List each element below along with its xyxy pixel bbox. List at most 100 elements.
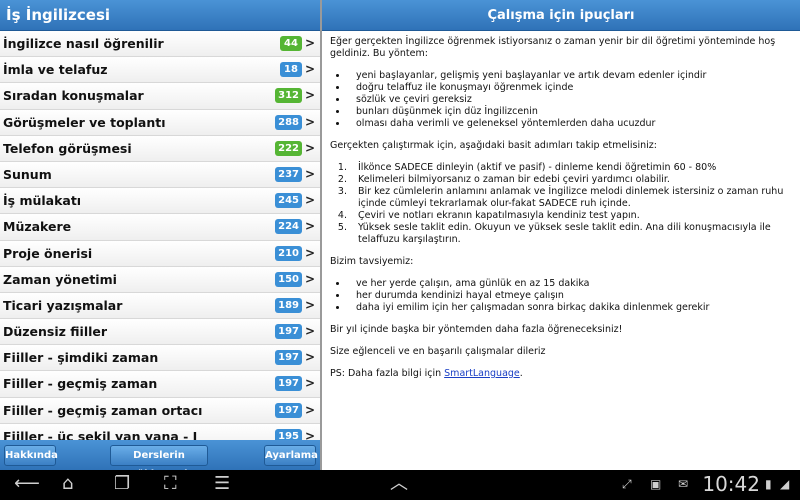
lesson-count-badge: 288 xyxy=(275,114,302,130)
lesson-item[interactable]: Fiiller - üç şekil yan yana - I 195 > xyxy=(0,423,320,440)
closing-text: Bir yıl içinde başka bir yöntemden daha … xyxy=(330,324,623,335)
lesson-title: Fiiller - şimdiki zaman xyxy=(3,350,159,366)
chevron-right-icon: > xyxy=(304,376,315,391)
lesson-count-badge: 189 xyxy=(275,297,302,313)
home-icon[interactable]: ⌂ xyxy=(62,473,73,495)
lesson-title: Düzensiz fiiller xyxy=(3,324,108,340)
lesson-title: Zaman yönetimi xyxy=(3,271,117,287)
chevron-right-icon: > xyxy=(304,88,315,103)
lesson-item[interactable]: İngilizce nasıl öğrenilir 44 > xyxy=(0,31,320,58)
lesson-title: Müzakere xyxy=(3,219,72,235)
step-item: Yüksek sesle taklit edin. Okuyun ve yüks… xyxy=(350,222,792,246)
chevron-right-icon: > xyxy=(304,324,315,339)
method-item: olması daha verimli ve geleneksel yöntem… xyxy=(348,118,792,130)
usb-icon: ⤢ xyxy=(622,477,632,491)
chevron-right-icon: > xyxy=(304,245,315,260)
lesson-item[interactable]: İmla ve telafuz 18 > xyxy=(0,57,320,84)
lesson-count-badge: 44 xyxy=(280,36,302,51)
advice-item: daha iyi emilim için her çalışmadan sonr… xyxy=(348,302,792,314)
chevron-right-icon: > xyxy=(304,297,315,312)
method-item: doğru telaffuz ile konuşmayı öğrenmek iç… xyxy=(348,82,792,94)
smartlanguage-link[interactable]: SmartLanguage xyxy=(444,368,520,379)
lesson-item[interactable]: Fiiller - şimdiki zaman 197 > xyxy=(0,345,320,372)
lesson-title: İş mülakatı xyxy=(3,193,82,209)
lesson-item[interactable]: Görüşmeler ve toplantı 288 > xyxy=(0,109,320,136)
mail-icon: ✉ xyxy=(678,477,689,491)
lesson-count-badge: 197 xyxy=(275,324,302,340)
chevron-right-icon: > xyxy=(304,114,315,129)
lesson-count-badge: 245 xyxy=(275,193,302,209)
advice-item: ve her yerde çalışın, ama günlük en az 1… xyxy=(348,278,792,290)
chevron-right-icon: > xyxy=(304,166,315,181)
lesson-title: Fiiller - geçmiş zaman xyxy=(3,376,158,392)
steps-list: İlkönce SADECE dinleyin (aktif ve pasif)… xyxy=(350,162,792,246)
lesson-item[interactable]: Sunum 237 > xyxy=(0,161,320,189)
app-title: İş İngilizcesi xyxy=(0,0,320,31)
step-item: Kelimeleri bilmiyorsanız o zaman bir ede… xyxy=(350,174,792,186)
lesson-item[interactable]: Ticari yazışmalar 189 > xyxy=(0,292,320,320)
chevron-up-icon[interactable]: ︿ xyxy=(390,473,408,495)
download-lessons-button[interactable]: Derslerin yüklemesi xyxy=(110,445,208,480)
method-item: yeni başlayanlar, gelişmiş yeni başlayan… xyxy=(348,70,792,82)
back-arrow-icon[interactable]: ⟵ xyxy=(14,473,40,495)
step-item: İlkönce SADECE dinleyin (aktif ve pasif)… xyxy=(350,162,792,174)
tips-title: Çalışma için ipuçları xyxy=(322,0,800,31)
screenshot-icon[interactable]: ⛶ xyxy=(164,473,177,495)
settings-button[interactable]: Ayarlama xyxy=(264,445,318,466)
ps-prefix: PS: Daha fazla bilgi için xyxy=(330,368,445,379)
chevron-right-icon: > xyxy=(304,140,315,155)
lesson-item[interactable]: Düzensiz fiiller 197 > xyxy=(0,319,320,346)
advice-list: ve her yerde çalışın, ama günlük en az 1… xyxy=(348,278,792,314)
lesson-list[interactable]: İngilizce nasıl öğrenilir 44 > İmla ve tela… xyxy=(0,31,320,440)
lesson-item[interactable]: Sıradan konuşmalar 312 > xyxy=(0,83,320,110)
lesson-count-badge: 222 xyxy=(275,140,302,156)
lesson-panel: İş İngilizcesi İngilizce nasıl öğrenilir… xyxy=(0,0,320,480)
lesson-title: Sıradan konuşmalar xyxy=(3,88,144,104)
chevron-right-icon: > xyxy=(304,428,315,440)
lesson-count-badge: 195 xyxy=(275,428,302,440)
lesson-count-badge: 210 xyxy=(275,245,302,261)
lesson-item[interactable]: İş mülakatı 245 > xyxy=(0,188,320,215)
lesson-count-badge: 312 xyxy=(275,88,302,104)
lesson-item[interactable]: Fiiller - geçmiş zaman ortacı 197 > xyxy=(0,397,320,424)
lesson-item[interactable]: Müzakere 224 > xyxy=(0,214,320,241)
chevron-right-icon: > xyxy=(304,193,315,208)
advice-intro: Bizim tavsiyemiz: xyxy=(330,256,414,267)
method-item: bunları düşünmek için düz İngilizcenin xyxy=(348,106,792,118)
lesson-count-badge: 197 xyxy=(275,350,302,366)
signal-icon: ◢ xyxy=(780,477,790,491)
lesson-count-badge: 150 xyxy=(275,271,302,287)
clock: 10:42 xyxy=(702,472,760,496)
advice-item: her durumda kendinizi hayal etmeye çalış… xyxy=(348,290,792,302)
recent-apps-icon[interactable]: ❐ xyxy=(114,473,130,495)
method-item: sözlük ve çeviri gereksiz xyxy=(348,94,792,106)
menu-icon[interactable]: ☰ xyxy=(214,473,230,495)
battery-icon: ▮ xyxy=(765,477,772,491)
lesson-title: Telefon görüşmesi xyxy=(3,140,132,156)
lesson-count-badge: 197 xyxy=(275,376,302,392)
lesson-title: Sunum xyxy=(3,166,52,182)
about-button[interactable]: Hakkında xyxy=(4,445,58,466)
system-bar: ⟵ ⌂ ❐ ⛶ ☰ ︿ ⤢ ▣ ✉ 10:42 ▮ ◢ xyxy=(0,470,800,500)
lesson-title: Ticari yazışmalar xyxy=(3,297,123,313)
lesson-item[interactable]: Proje önerisi 210 > xyxy=(0,240,320,267)
lesson-title: İmla ve telafuz xyxy=(3,62,108,78)
step-item: Bir kez cümlelerin anlamını anlamak ve İ… xyxy=(350,186,792,210)
chevron-right-icon: > xyxy=(304,36,315,50)
closing-wish: Size eğlenceli ve en başarılı çalışmalar… xyxy=(330,346,546,357)
tips-panel: Çalışma için ipuçları Eğer gerçekten İng… xyxy=(322,0,800,470)
tips-content: Eğer gerçekten İngilizce öğrenmek istiyo… xyxy=(322,31,800,380)
ps-suffix: . xyxy=(519,368,523,379)
lesson-title: İngilizce nasıl öğrenilir xyxy=(3,36,164,51)
method-list: yeni başlayanlar, gelişmiş yeni başlayan… xyxy=(348,70,792,130)
lesson-item[interactable]: Zaman yönetimi 150 > xyxy=(0,266,320,293)
lesson-item[interactable]: Fiiller - geçmiş zaman 197 > xyxy=(0,371,320,398)
lesson-count-badge: 237 xyxy=(275,166,302,182)
lesson-item[interactable]: Telefon görüşmesi 222 > xyxy=(0,135,320,162)
lesson-count-badge: 197 xyxy=(275,402,302,418)
chevron-right-icon: > xyxy=(304,62,315,77)
shop-bag-icon: ▣ xyxy=(650,477,662,491)
lesson-count-badge: 224 xyxy=(275,219,302,235)
lesson-count-badge: 18 xyxy=(280,62,302,78)
ps-line: PS: Daha fazla bilgi için SmartLanguage. xyxy=(330,368,792,380)
